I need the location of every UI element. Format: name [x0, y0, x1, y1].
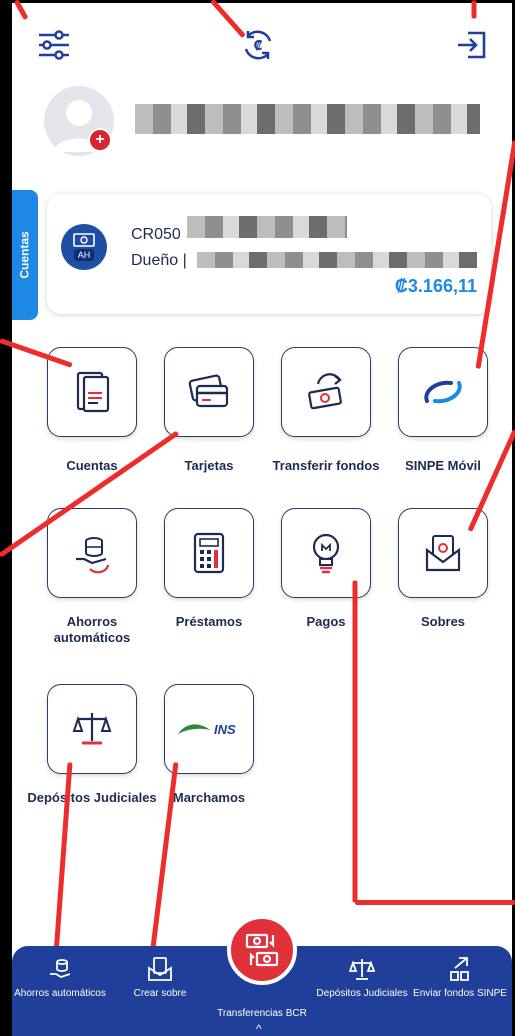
menu-depositos-judiciales[interactable]	[47, 684, 137, 774]
money-transfer-icon	[308, 373, 342, 410]
menu-tarjetas[interactable]	[164, 347, 254, 437]
document-icon	[76, 371, 110, 413]
menu-prestamos[interactable]	[164, 508, 254, 598]
transferencias-fab[interactable]	[227, 915, 297, 985]
top-bar: ₡	[12, 3, 512, 79]
scale-icon	[72, 713, 112, 745]
account-owner: Dueño |	[131, 252, 187, 269]
envelope-icon	[148, 957, 172, 981]
nav-enviar-fondos-sinpe[interactable]: Enviar fondos SINPE	[412, 956, 508, 1000]
menu-pagos-label: Pagos	[306, 614, 346, 629]
tab-cuentas[interactable]: Cuentas	[12, 190, 38, 320]
annotation-line	[352, 580, 358, 903]
savings-icon	[50, 959, 71, 978]
account-card[interactable]: AH CR050 Dueño | ₡3.166,11	[47, 194, 491, 314]
account-type-icon: AH	[61, 224, 107, 270]
nav-transferencias-bcr[interactable]: Transferencias BCR	[214, 1008, 310, 1020]
menu-marchamos[interactable]: INS	[164, 684, 254, 774]
sinpe-icon	[424, 380, 462, 404]
menu-pagos[interactable]	[281, 508, 371, 598]
redacted-owner-name	[197, 252, 477, 268]
ins-logo-text: INS	[214, 722, 236, 737]
card-icon	[188, 374, 229, 408]
menu-sinpe-movil[interactable]	[398, 347, 488, 437]
send-funds-icon	[450, 957, 469, 981]
menu-ahorros-automaticos-label: Ahorros automáticos	[53, 614, 131, 645]
menu-transferir-fondos[interactable]	[281, 347, 371, 437]
menu-marchamos-label: Marchamos	[172, 790, 246, 805]
redacted-account-number	[187, 216, 347, 238]
chevron-up-icon[interactable]: ^	[256, 1022, 262, 1036]
menu-tarjetas-label: Tarjetas	[184, 458, 234, 473]
logout-icon[interactable]	[452, 25, 492, 65]
scale-icon	[349, 959, 375, 980]
lightbulb-icon	[312, 533, 340, 574]
redacted-user-name	[135, 104, 480, 134]
account-balance: ₡3.166,11	[394, 276, 477, 296]
menu-ahorros-automaticos[interactable]	[47, 508, 137, 598]
annotation-line	[471, 0, 477, 19]
annotation-line	[355, 900, 515, 905]
savings-icon	[76, 537, 110, 574]
menu-depositos-judiciales-label: Depósitos Judiciales	[27, 790, 157, 805]
currency-exchange-icon[interactable]: ₡	[238, 25, 278, 65]
account-type-badge: AH	[73, 249, 95, 261]
nav-crear-sobre-label: Crear sobre	[133, 988, 187, 999]
nav-ahorros-automaticos[interactable]: Ahorros automáticos	[12, 956, 108, 1000]
tab-cuentas-label: Cuentas	[18, 231, 32, 279]
nav-transferencias-bcr-label: Transferencias BCR	[217, 1008, 307, 1019]
menu-transferir-fondos-label: Transferir fondos	[272, 458, 380, 473]
nav-crear-sobre[interactable]: Crear sobre	[112, 956, 208, 1000]
add-photo-icon[interactable]: +	[88, 128, 112, 152]
account-number: CR050	[131, 226, 181, 243]
menu-sobres-label: Sobres	[420, 614, 466, 629]
envelope-icon	[425, 535, 461, 572]
calculator-icon	[193, 532, 225, 574]
ins-logo: INS	[178, 722, 236, 737]
nav-enviar-fondos-sinpe-label: Enviar fondos SINPE	[413, 988, 507, 999]
menu-prestamos-label: Préstamos	[175, 614, 243, 629]
nav-depositos-judiciales-label: Depósitos Judiciales	[316, 988, 408, 999]
nav-ahorros-automaticos-label: Ahorros automáticos	[14, 988, 106, 999]
filter-settings-icon[interactable]	[34, 25, 74, 65]
nav-depositos-judiciales[interactable]: Depósitos Judiciales	[314, 956, 410, 1000]
svg-text:₡: ₡	[253, 39, 262, 54]
transfer-icon	[245, 933, 279, 967]
menu-sinpe-movil-label: SINPE Móvil	[405, 458, 481, 473]
